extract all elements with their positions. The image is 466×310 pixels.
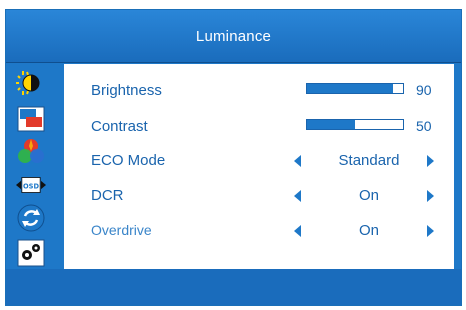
overdrive-right-arrow-icon[interactable] (427, 225, 434, 237)
eco-mode-right-arrow-icon[interactable] (427, 155, 434, 167)
page-title: Luminance (195, 27, 272, 45)
contrast-slider-fill (307, 120, 355, 129)
osd-setup-icon[interactable]: OSD (16, 170, 46, 200)
sidebar: OSD (6, 64, 58, 277)
brightness-slider[interactable] (306, 83, 404, 94)
eco-mode-value: Standard (338, 151, 400, 169)
contrast-label: Contrast (91, 117, 148, 135)
overdrive-value: On (358, 221, 379, 239)
image-setup-icon[interactable] (16, 104, 46, 134)
contrast-slider[interactable] (306, 119, 404, 130)
brightness-value: 90 (416, 82, 432, 98)
contrast-row[interactable]: Contrast 50 (64, 114, 454, 138)
contrast-value: 50 (416, 118, 432, 134)
overdrive-row[interactable]: Overdrive On (64, 218, 454, 242)
dcr-value: On (358, 186, 379, 204)
dcr-right-arrow-icon[interactable] (427, 190, 434, 202)
reset-icon[interactable] (16, 203, 46, 233)
eco-mode-label: ECO Mode (91, 151, 166, 169)
dcr-label: DCR (91, 186, 124, 204)
svg-text:OSD: OSD (23, 182, 39, 190)
brightness-row[interactable]: Brightness 90 (64, 78, 454, 102)
footer-bar (6, 269, 461, 305)
overdrive-label: Overdrive (91, 222, 152, 238)
eco-mode-row[interactable]: ECO Mode Standard (64, 148, 454, 172)
luminance-icon[interactable] (16, 68, 46, 98)
dcr-row[interactable]: DCR On (64, 183, 454, 207)
overdrive-left-arrow-icon[interactable] (294, 225, 301, 237)
title-bar: Luminance (6, 10, 461, 63)
extra-settings-icon[interactable] (16, 238, 46, 268)
brightness-label: Brightness (91, 81, 162, 99)
brightness-slider-fill (307, 84, 394, 93)
dcr-left-arrow-icon[interactable] (294, 190, 301, 202)
settings-panel: Brightness 90 Contrast 50 ECO Mode Stand… (64, 64, 454, 274)
osd-menu: Luminance OSD Brightness 90 Contrast 50 … (5, 9, 462, 306)
color-temperature-icon[interactable] (16, 137, 46, 167)
eco-mode-left-arrow-icon[interactable] (294, 155, 301, 167)
